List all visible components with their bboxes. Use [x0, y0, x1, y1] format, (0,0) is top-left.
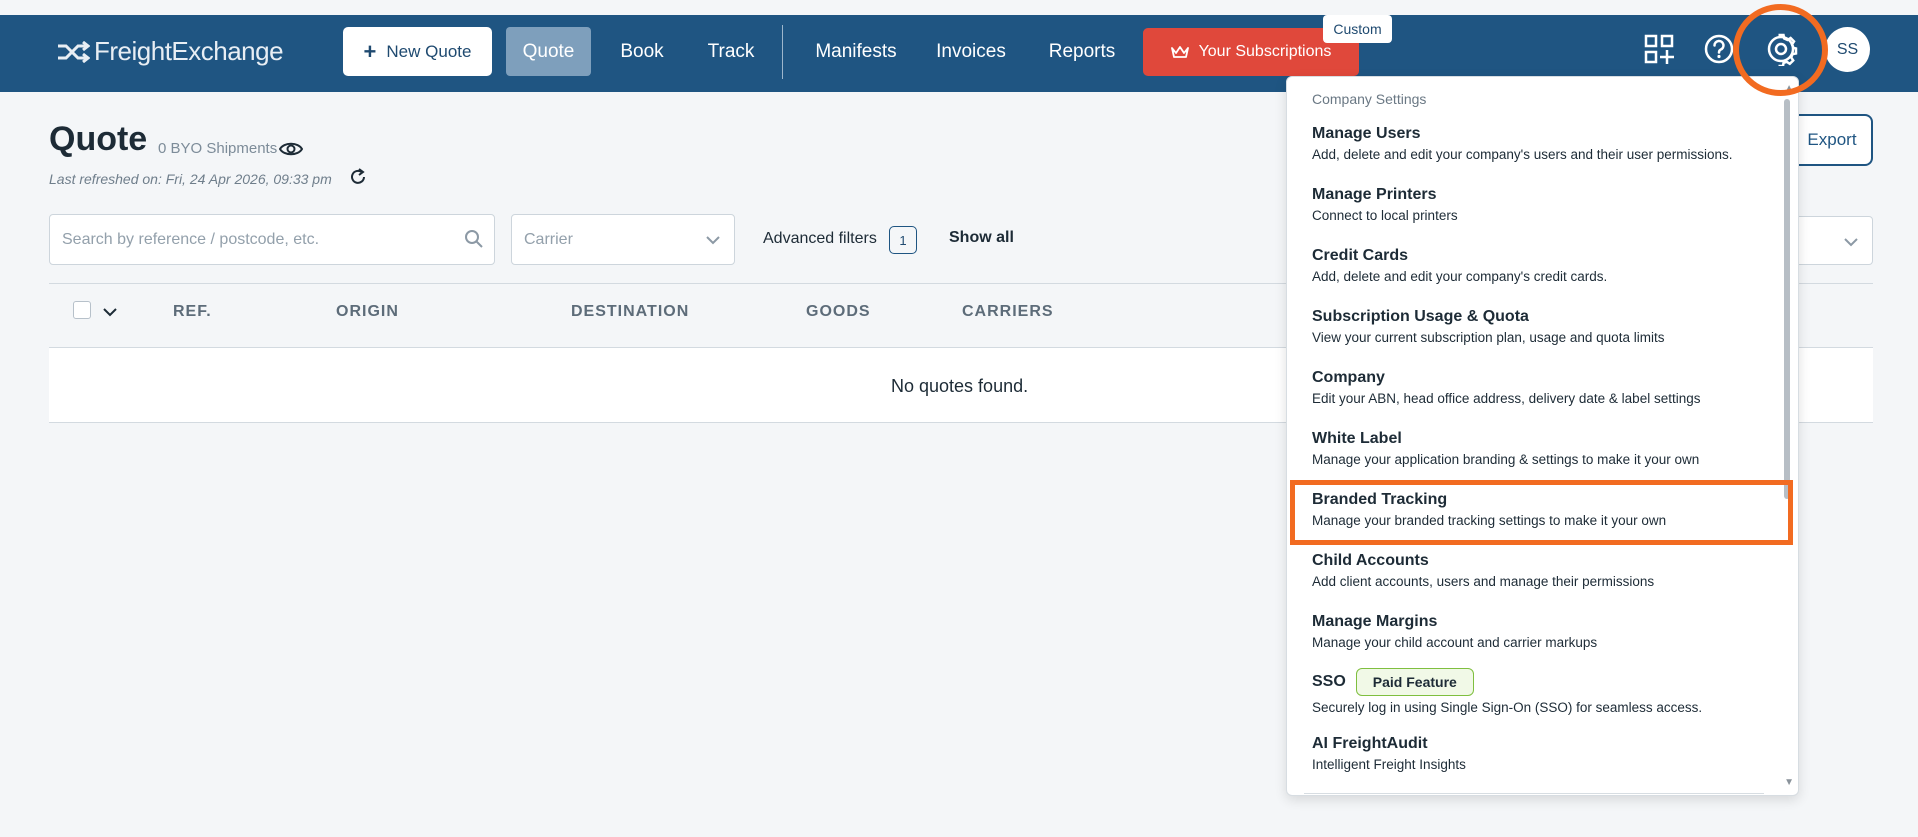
menu-item-manage-margins[interactable]: Manage Margins Manage your child account…	[1312, 613, 1772, 650]
nav-reports[interactable]: Reports	[1046, 27, 1118, 76]
brand-name: FreightExchange	[94, 36, 284, 66]
nav-invoices[interactable]: Invoices	[934, 27, 1008, 76]
menu-item-desc: Add, delete and edit your company's cred…	[1312, 269, 1608, 284]
menu-item-desc: Securely log in using Single Sign-On (SS…	[1312, 700, 1703, 715]
menu-item-company[interactable]: Company Edit your ABN, head office addre…	[1312, 369, 1772, 406]
menu-item-sso[interactable]: SSO Paid Feature Securely log in using S…	[1312, 668, 1772, 715]
advanced-filters-button[interactable]: Advanced filters	[763, 230, 877, 248]
custom-badge: Custom	[1323, 15, 1392, 43]
chevron-down-icon[interactable]	[103, 304, 117, 322]
crown-icon	[1170, 46, 1189, 58]
menu-item-desc: Add, delete and edit your company's user…	[1312, 147, 1733, 162]
menu-item-subscription-usage[interactable]: Subscription Usage & Quota View your cur…	[1312, 308, 1772, 345]
eye-icon[interactable]	[278, 140, 304, 163]
nav-quote[interactable]: Quote	[506, 27, 591, 76]
chevron-down-icon	[706, 232, 720, 250]
column-ref[interactable]: REF.	[173, 303, 212, 321]
menu-item-title: Subscription Usage & Quota	[1312, 308, 1529, 325]
menu-item-title: Manage Printers	[1312, 186, 1437, 203]
menu-item-title: Manage Margins	[1312, 613, 1438, 630]
search-input[interactable]: Search by reference / postcode, etc.	[49, 214, 495, 265]
menu-item-desc: Edit your ABN, head office address, deli…	[1312, 391, 1701, 406]
settings-highlight-ring	[1733, 4, 1828, 96]
select-all-checkbox[interactable]	[73, 301, 91, 319]
help-button[interactable]	[1702, 32, 1736, 66]
page-title: Quote	[49, 120, 148, 158]
column-origin[interactable]: ORIGIN	[336, 303, 399, 321]
menu-item-desc: Add client accounts, users and manage th…	[1312, 574, 1655, 589]
menu-item-title: White Label	[1312, 430, 1402, 447]
logo-arrows-icon	[58, 40, 90, 63]
nav-book[interactable]: Book	[612, 27, 672, 76]
menu-item-child-accounts[interactable]: Child Accounts Add client accounts, user…	[1312, 552, 1772, 589]
search-placeholder: Search by reference / postcode, etc.	[62, 230, 320, 248]
menu-item-title: Credit Cards	[1312, 247, 1409, 264]
user-avatar[interactable]: SS	[1825, 27, 1870, 72]
column-destination[interactable]: DESTINATION	[571, 303, 689, 321]
apps-add-icon	[1644, 34, 1674, 64]
menu-item-manage-users[interactable]: Manage Users Add, delete and edit your c…	[1312, 125, 1772, 162]
menu-item-title: Manage Users	[1312, 125, 1421, 142]
menu-item-title: Child Accounts	[1312, 552, 1429, 569]
plus-icon: +	[363, 38, 377, 64]
new-quote-button[interactable]: + New Quote	[343, 27, 492, 76]
help-icon	[1704, 34, 1734, 64]
new-quote-label: New Quote	[386, 41, 472, 61]
menu-item-title: SSO	[1312, 673, 1346, 690]
menu-item-ai-freightaudit[interactable]: AI FreightAudit Intelligent Freight Insi…	[1312, 735, 1772, 772]
menu-item-desc: Connect to local printers	[1312, 208, 1458, 223]
chevron-down-icon	[1844, 234, 1858, 252]
scroll-down-arrow[interactable]: ▼	[1784, 777, 1794, 788]
dropdown-divider	[1304, 793, 1764, 794]
advanced-filters-count: 1	[889, 226, 917, 254]
menu-item-white-label[interactable]: White Label Manage your application bran…	[1312, 430, 1772, 467]
menu-item-desc: Manage your application branding & setti…	[1312, 452, 1700, 467]
byo-shipments-count: 0 BYO Shipments	[158, 140, 278, 157]
empty-message: No quotes found.	[891, 376, 1029, 396]
paid-feature-badge: Paid Feature	[1355, 668, 1474, 696]
menu-item-title: Company	[1312, 369, 1385, 386]
nav-track[interactable]: Track	[700, 27, 762, 76]
menu-item-manage-printers[interactable]: Manage Printers Connect to local printer…	[1312, 186, 1772, 223]
menu-item-title-row: SSO Paid Feature	[1312, 668, 1772, 696]
carrier-select[interactable]: Carrier	[511, 214, 735, 265]
menu-item-title: AI FreightAudit	[1312, 735, 1428, 752]
nav-manifests[interactable]: Manifests	[806, 27, 906, 76]
menu-item-credit-cards[interactable]: Credit Cards Add, delete and edit your c…	[1312, 247, 1772, 284]
apps-add-button[interactable]	[1642, 32, 1676, 66]
column-goods[interactable]: GOODS	[806, 303, 871, 321]
branded-tracking-highlight	[1290, 480, 1793, 545]
settings-dropdown: Company Settings Manage Users Add, delet…	[1286, 76, 1799, 796]
dropdown-scrollbar[interactable]	[1784, 99, 1790, 499]
dropdown-section-title: Company Settings	[1312, 91, 1427, 107]
nav-divider	[782, 25, 783, 79]
subscriptions-label: Your Subscriptions	[1198, 43, 1332, 60]
show-all-button[interactable]: Show all	[949, 229, 1014, 247]
export-button[interactable]: Export	[1793, 114, 1873, 166]
last-refreshed-text: Last refreshed on: Fri, 24 Apr 2026, 09:…	[49, 171, 332, 187]
right-select[interactable]	[1790, 216, 1873, 265]
search-icon	[464, 229, 484, 254]
menu-item-desc: Manage your child account and carrier ma…	[1312, 635, 1598, 650]
brand-logo[interactable]: FreightExchange	[56, 36, 284, 67]
menu-item-desc: View your current subscription plan, usa…	[1312, 330, 1665, 345]
refresh-icon[interactable]	[349, 168, 367, 191]
top-strip	[0, 0, 1918, 15]
carrier-placeholder: Carrier	[524, 230, 573, 248]
column-carriers[interactable]: CARRIERS	[962, 303, 1054, 321]
menu-item-desc: Intelligent Freight Insights	[1312, 757, 1466, 772]
